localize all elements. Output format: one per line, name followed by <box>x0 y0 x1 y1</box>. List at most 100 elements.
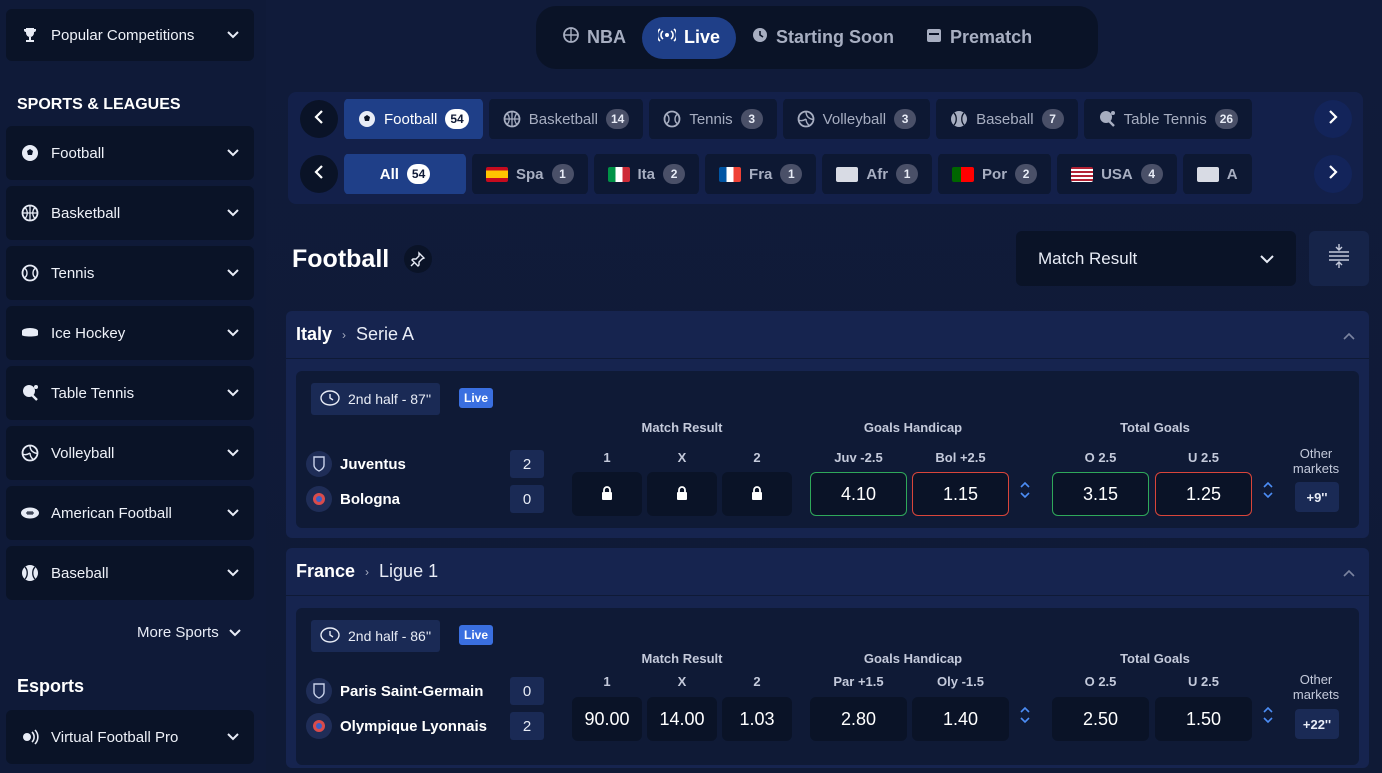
country-filter-spa[interactable]: Spa 1 <box>472 154 588 194</box>
odds-value: 1.15 <box>942 483 979 504</box>
tab-nba[interactable]: NBA <box>547 17 642 59</box>
chevron-up-icon[interactable] <box>1343 561 1355 582</box>
market-title: Goals Handicap <box>863 651 963 666</box>
filter-tennis[interactable]: Tennis 3 <box>649 99 777 139</box>
main-content: NBA Live Starting Soon Prematch Football… <box>266 0 1382 773</box>
basketball-icon <box>503 110 521 128</box>
market-select[interactable]: Match Result <box>1016 231 1296 286</box>
tab-starting-soon[interactable]: Starting Soon <box>736 17 910 59</box>
filter-basketball[interactable]: Basketball 14 <box>488 99 644 139</box>
filter-label: USA <box>1101 165 1133 183</box>
odds-button[interactable]: 4.10 <box>810 472 907 516</box>
scroll-right-button[interactable] <box>1314 155 1352 193</box>
filter-volleyball[interactable]: Volleyball 3 <box>782 99 931 139</box>
league-header[interactable]: Italy › Serie A <box>286 311 1369 359</box>
filter-label: A <box>1226 165 1238 183</box>
sidebar-item-label: Table Tennis <box>51 384 135 402</box>
sidebar-item-ice-hockey[interactable]: Ice Hockey <box>6 306 254 360</box>
country-filter-ita[interactable]: Ita 2 <box>593 154 700 194</box>
line-switch-arrows-icon[interactable] <box>1018 481 1032 499</box>
odds-value: 14.00 <box>659 708 705 729</box>
lock-icon <box>601 484 613 505</box>
odds-button[interactable]: 1.50 <box>1155 697 1252 741</box>
odds-button[interactable]: 1.40 <box>912 697 1009 741</box>
sidebar-item-american-football[interactable]: American Football <box>6 486 254 540</box>
more-markets-button[interactable]: +9'' <box>1295 482 1339 512</box>
odds-button[interactable]: 2.80 <box>810 697 907 741</box>
outcome-label: 1 <box>603 674 611 689</box>
scroll-right-button[interactable] <box>1314 100 1352 138</box>
market-title: Goals Handicap <box>863 420 963 435</box>
football-icon <box>358 110 376 128</box>
tab-live[interactable]: Live <box>642 16 737 59</box>
chevron-down-icon <box>228 624 241 641</box>
sidebar-item-table-tennis[interactable]: Table Tennis <box>6 366 254 420</box>
lock-icon <box>676 484 688 505</box>
sidebar-item-label: Football <box>51 144 105 162</box>
outcome-label: Oly -1.5 <box>937 674 984 689</box>
odds-button[interactable] <box>722 472 792 516</box>
away-team[interactable]: Olympique Lyonnais <box>306 713 487 739</box>
odds-button[interactable]: 1.25 <box>1155 472 1252 516</box>
country-filter-usa[interactable]: USA 4 <box>1057 154 1177 194</box>
popular-competitions-button[interactable]: Popular Competitions <box>6 9 254 61</box>
sidebar-item-volleyball[interactable]: Volleyball <box>6 426 254 480</box>
sidebar-item-virtual-football-pro[interactable]: Virtual Football Pro <box>6 710 254 764</box>
chevron-up-icon[interactable] <box>1343 324 1355 345</box>
scroll-left-button[interactable] <box>300 155 338 193</box>
odds-button[interactable]: 90.00 <box>572 697 642 741</box>
line-switch-arrows-icon[interactable] <box>1018 706 1032 724</box>
odds-value: 2.80 <box>840 708 877 729</box>
country-filter-a[interactable]: A <box>1182 154 1252 194</box>
collapse-all-button[interactable] <box>1309 231 1369 286</box>
scroll-left-button[interactable] <box>300 100 338 138</box>
country-filter-por[interactable]: Por 2 <box>938 154 1052 194</box>
filter-table-tennis[interactable]: Table Tennis 26 <box>1083 99 1253 139</box>
league-header[interactable]: France › Ligue 1 <box>286 548 1369 596</box>
sidebar-item-football[interactable]: Football <box>6 126 254 180</box>
odds-button[interactable]: 3.15 <box>1052 472 1149 516</box>
more-markets-button[interactable]: +22'' <box>1295 709 1339 739</box>
odds-button[interactable]: 14.00 <box>647 697 717 741</box>
filter-label: Por <box>982 165 1008 183</box>
pin-icon[interactable] <box>404 245 432 273</box>
count-badge: 3 <box>740 109 763 129</box>
table-tennis-icon <box>20 383 40 403</box>
market-title: Match Result <box>641 420 723 435</box>
country-name: France <box>296 561 356 581</box>
filter-football[interactable]: Football 54 <box>344 99 483 139</box>
home-team[interactable]: Paris Saint-Germain <box>306 678 483 704</box>
match-card: 2nd half - 86'' Live Paris Saint-Germain Ol… <box>296 608 1359 765</box>
away-team[interactable]: Bologna <box>306 486 400 512</box>
odds-value: 1.50 <box>1185 708 1222 729</box>
home-team[interactable]: Juventus <box>306 451 406 477</box>
sidebar-item-tennis[interactable]: Tennis <box>6 246 254 300</box>
team-crest-icon <box>306 713 332 739</box>
outcome-label: Par +1.5 <box>833 674 884 689</box>
filter-baseball[interactable]: Baseball 7 <box>936 99 1078 139</box>
country-filter-all[interactable]: All 54 <box>344 154 466 194</box>
tab-prematch[interactable]: Prematch <box>910 17 1048 59</box>
odds-button[interactable]: 1.15 <box>912 472 1009 516</box>
outcome-label: Bol +2.5 <box>935 450 986 465</box>
country-filter-fra[interactable]: Fra 1 <box>705 154 817 194</box>
country-filter-afr[interactable]: Afr 1 <box>822 154 933 194</box>
more-sports-button[interactable]: More Sports <box>137 624 241 641</box>
sidebar-item-basketball[interactable]: Basketball <box>6 186 254 240</box>
line-switch-arrows-icon[interactable] <box>1261 706 1275 724</box>
outcome-label: Juv -2.5 <box>834 450 883 465</box>
basketball-icon <box>20 203 40 223</box>
flag-icon <box>836 166 859 182</box>
outcome-label: O 2.5 <box>1084 674 1117 689</box>
chevron-down-icon <box>226 566 240 580</box>
odds-button[interactable]: 2.50 <box>1052 697 1149 741</box>
odds-button[interactable] <box>647 472 717 516</box>
odds-button[interactable] <box>572 472 642 516</box>
outcome-label: 1 <box>603 450 611 465</box>
sidebar-item-baseball[interactable]: Baseball <box>6 546 254 600</box>
top-navigation: NBA Live Starting Soon Prematch <box>536 6 1098 69</box>
odds-button[interactable]: 1.03 <box>722 697 792 741</box>
chevron-down-icon <box>226 506 240 520</box>
chevron-down-icon <box>226 206 240 220</box>
line-switch-arrows-icon[interactable] <box>1261 481 1275 499</box>
